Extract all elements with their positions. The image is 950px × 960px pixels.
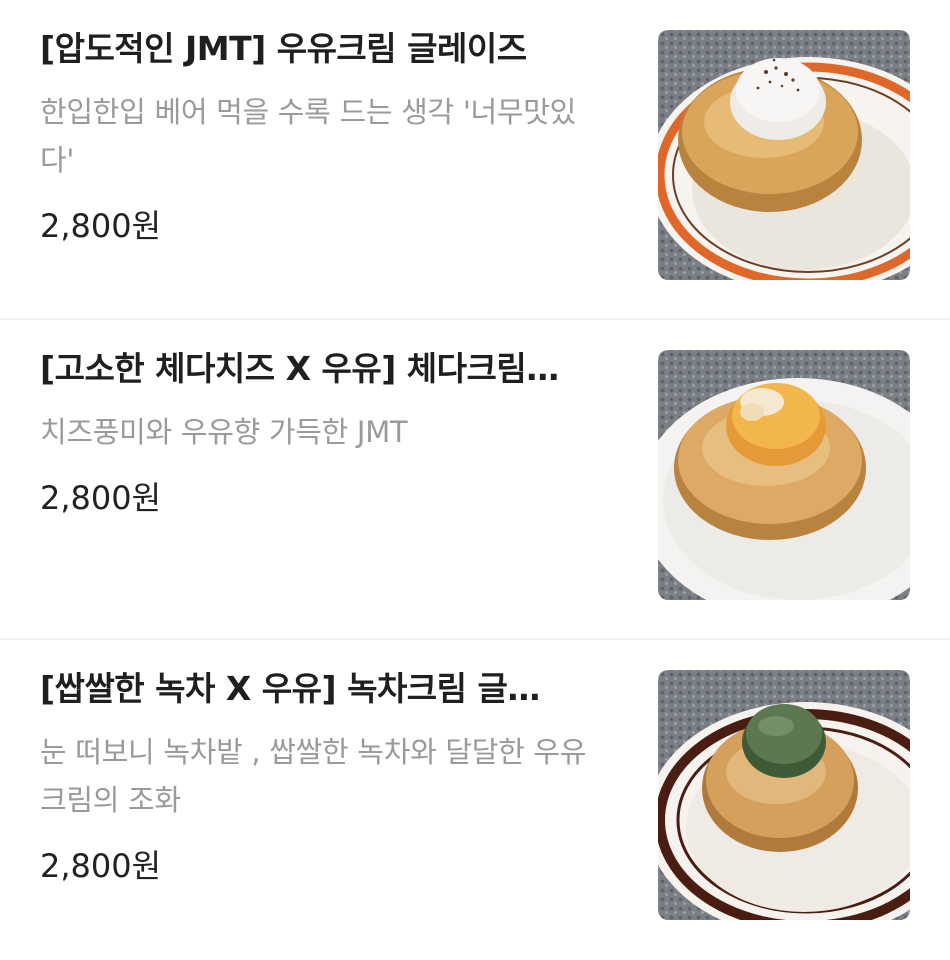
donut-cheddar-cream-image — [658, 378, 910, 600]
menu-item-description: 한입한입 베어 먹을 수록 드는 생각 '너무맛있다' — [40, 95, 577, 177]
menu-item-title: [쌉쌀한 녹차 X 우유] 녹차크림 글… — [40, 669, 540, 708]
menu-item-info: [고소한 체다치즈 X 우유] 체다크림… 치즈풍미와 우유향 가득한 JMT … — [40, 344, 620, 520]
menu-item-price: 2,800원 — [40, 479, 162, 517]
menu-item-cheddar-cream[interactable]: [고소한 체다치즈 X 우유] 체다크림… 치즈풍미와 우유향 가득한 JMT … — [0, 320, 950, 640]
menu-item-photo[interactable] — [658, 350, 910, 600]
menu-item-title: [압도적인 JMT] 우유크림 글레이즈 — [40, 29, 527, 68]
menu-item-photo[interactable] — [658, 30, 910, 280]
donut-milk-cream-image — [658, 57, 910, 280]
menu-list: [압도적인 JMT] 우유크림 글레이즈 한입한입 베어 먹을 수록 드는 생각… — [0, 0, 950, 956]
menu-item-description: 치즈풍미와 우유향 가득한 JMT — [40, 415, 408, 449]
menu-item-price: 2,800원 — [40, 207, 162, 245]
menu-item-info: [쌉쌀한 녹차 X 우유] 녹차크림 글… 눈 떠보니 녹차밭 , 쌉쌀한 녹차… — [40, 664, 620, 888]
menu-item-photo[interactable] — [658, 670, 910, 920]
donut-green-tea-cream-image — [658, 702, 910, 920]
menu-item-green-tea-cream[interactable]: [쌉쌀한 녹차 X 우유] 녹차크림 글… 눈 떠보니 녹차밭 , 쌉쌀한 녹차… — [0, 640, 950, 956]
menu-item-price: 2,800원 — [40, 847, 162, 885]
menu-item-info: [압도적인 JMT] 우유크림 글레이즈 한입한입 베어 먹을 수록 드는 생각… — [40, 24, 620, 248]
menu-item-milk-cream-glazed[interactable]: [압도적인 JMT] 우유크림 글레이즈 한입한입 베어 먹을 수록 드는 생각… — [0, 0, 950, 320]
menu-item-title: [고소한 체다치즈 X 우유] 체다크림… — [40, 349, 559, 388]
menu-item-description: 눈 떠보니 녹차밭 , 쌉쌀한 녹차와 달달한 우유크림의 조화 — [40, 735, 587, 817]
